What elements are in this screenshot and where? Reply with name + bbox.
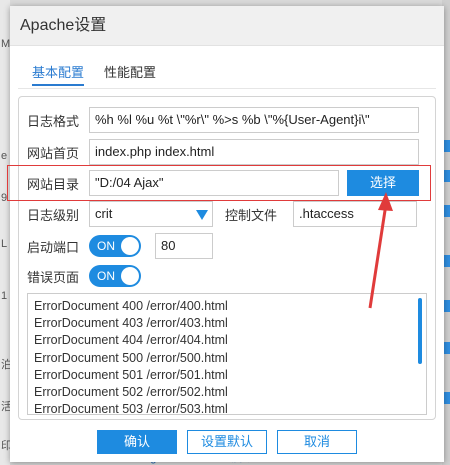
tab-performance-config[interactable]: 性能配置 [104, 62, 156, 86]
port-toggle[interactable]: ON [89, 235, 141, 257]
error-document-line: ErrorDocument 400 /error/400.html [34, 299, 228, 313]
choose-folder-button[interactable]: 选择 [347, 170, 419, 196]
docroot-label: 网站目录 [27, 176, 80, 192]
error-page-toggle[interactable]: ON [89, 265, 141, 287]
log-format-input[interactable]: %h %l %u %t \"%r\" %>s %b \"%{User-Agent… [89, 107, 419, 133]
toggle-knob [121, 237, 139, 255]
port-input[interactable]: 80 [155, 233, 213, 259]
docroot-row: 网站目录 "D:/04 Ajax" 选择 [27, 170, 419, 196]
tab-bar: 基本配置 性能配置 [32, 62, 176, 86]
error-document-line: ErrorDocument 501 /error/501.html [34, 367, 228, 382]
dropdown-caret-icon [196, 210, 208, 220]
cancel-button[interactable]: 取消 [277, 430, 357, 454]
error-page-label: 错误页面 [27, 269, 80, 285]
control-file-input[interactable]: .htaccess [293, 201, 417, 227]
log-format-row: 日志格式 %h %l %u %t \"%r\" %>s %b \"%{User-… [27, 107, 419, 133]
confirm-button[interactable]: 确认 [97, 430, 177, 454]
control-file-label: 控制文件 [225, 207, 278, 223]
error-document-line: ErrorDocument 500 /error/500.html [34, 350, 228, 365]
settings-panel: 日志格式 %h %l %u %t \"%r\" %>s %b \"%{User-… [7, 96, 436, 420]
port-row: 启动端口 ON 80 [27, 233, 213, 259]
log-level-value: crit [95, 206, 113, 221]
textarea-scrollbar[interactable] [418, 298, 422, 364]
dialog-title: Apache设置 [10, 6, 444, 46]
toggle-knob [121, 267, 139, 285]
dialog-footer: 确认 设置默认 取消 [10, 430, 444, 454]
log-level-row: 日志级别 crit 控制文件 .htaccess [27, 201, 417, 227]
port-toggle-text: ON [97, 239, 115, 253]
error-document-line: ErrorDocument 502 /error/502.html [34, 385, 228, 400]
background-app-left: Me9L1泊活印 [0, 0, 12, 465]
port-label: 启动端口 [27, 239, 80, 255]
tab-basic-config[interactable]: 基本配置 [32, 62, 85, 86]
log-level-select[interactable]: crit [89, 201, 213, 227]
log-level-label: 日志级别 [27, 207, 80, 223]
error-document-line: ErrorDocument 403 /error/403.html [34, 316, 228, 331]
homepage-label: 网站首页 [27, 145, 80, 161]
homepage-input[interactable]: index.php index.html [89, 139, 419, 165]
error-page-row: 错误页面 ON [27, 263, 141, 289]
homepage-row: 网站首页 index.php index.html [27, 139, 419, 165]
error-documents-textarea[interactable]: ErrorDocument 400 /error/400.html ErrorD… [27, 293, 427, 415]
docroot-input[interactable]: "D:/04 Ajax" [89, 170, 339, 196]
error-document-line: ErrorDocument 503 /error/503.html [34, 402, 228, 415]
apache-settings-dialog: Apache设置 基本配置 性能配置 日志格式 %h %l %u %t \"%r… [7, 6, 444, 462]
log-format-label: 日志格式 [27, 113, 80, 129]
reset-default-button[interactable]: 设置默认 [187, 430, 267, 454]
tab-divider [18, 88, 436, 89]
error-toggle-text: ON [97, 269, 115, 283]
error-document-line: ErrorDocument 404 /error/404.html [34, 333, 228, 348]
